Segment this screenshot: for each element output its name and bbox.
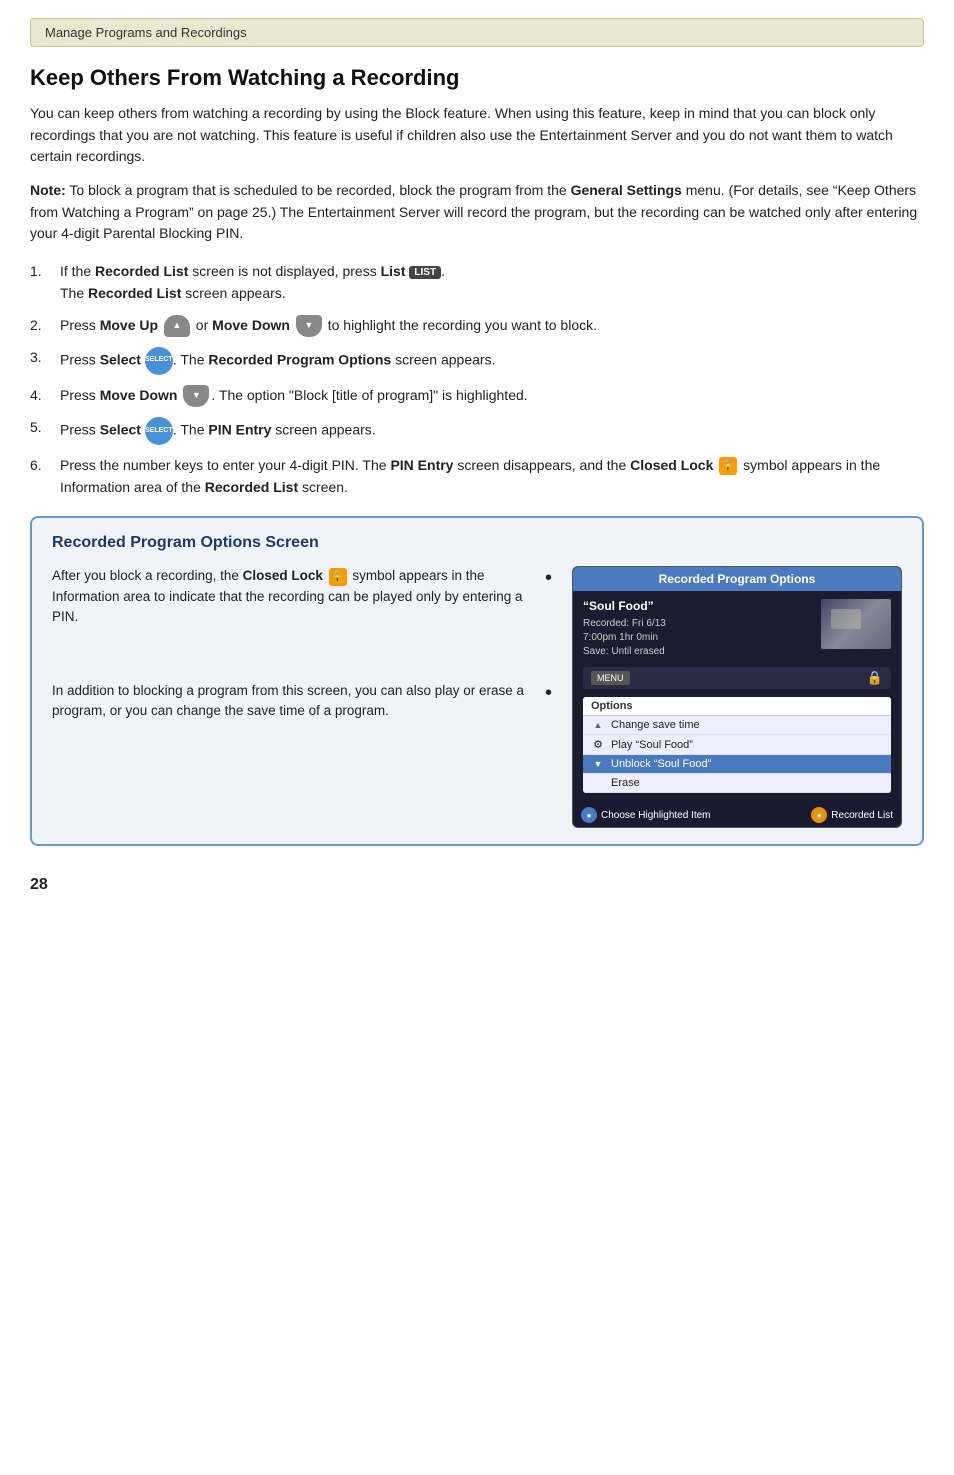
option-icon-down: ▼ <box>591 759 605 769</box>
step-3-bold1: Select <box>100 352 141 368</box>
step-3-num: 3. <box>30 347 60 375</box>
step-4-content: Press Move Down ▼. The option "Block [ti… <box>60 385 924 407</box>
option-erase: Erase <box>583 774 891 793</box>
menu-button: MENU <box>591 671 630 685</box>
options-box-title: Recorded Program Options Screen <box>52 534 902 552</box>
step-1-bold3: Recorded List <box>88 285 181 301</box>
list-button-icon: LIST <box>409 266 441 279</box>
step-3-bold2: Recorded Program Options <box>208 352 391 368</box>
bottom-bar-right: ● Recorded List <box>811 807 893 823</box>
option-label-0: Change save time <box>611 719 700 731</box>
option-icon-none <box>591 778 605 789</box>
step-1-bold2: List <box>381 263 406 279</box>
select-button-icon-3: SELECT <box>145 347 173 375</box>
step-2: 2. Press Move Up ▲ or Move Down ▼ to hig… <box>30 315 924 337</box>
note-paragraph: Note: To block a program that is schedul… <box>30 180 924 245</box>
step-5-num: 5. <box>30 417 60 445</box>
step-2-bold2: Move Down <box>212 317 290 333</box>
recorded-list-label: Recorded List <box>831 810 893 821</box>
bullet-row-1: After you block a recording, the Closed … <box>52 566 552 627</box>
screen-bottom-bar: ● Choose Highlighted Item ● Recorded Lis… <box>573 803 901 827</box>
choose-highlighted-label: Choose Highlighted Item <box>601 810 711 821</box>
options-dropdown-header: Options <box>583 697 891 716</box>
program-details: Recorded: Fri 6/13 7:00pm 1hr 0min Save:… <box>583 617 813 659</box>
step-6-content: Press the number keys to enter your 4-di… <box>60 455 924 498</box>
screen-body: “Soul Food” Recorded: Fri 6/13 7:00pm 1h… <box>573 591 901 801</box>
step-5-content: Press Select SELECT. The PIN Entry scree… <box>60 417 924 445</box>
left-para-1-text: After you block a recording, the Closed … <box>52 566 539 627</box>
step-1-content: If the Recorded List screen is not displ… <box>60 261 924 304</box>
thumbnail-image <box>821 599 891 649</box>
left-para-2-text: In addition to blocking a program from t… <box>52 681 539 722</box>
lock-bar-icon: 🔒 <box>867 670 883 686</box>
option-unblock-soul-food: ▼ Unblock “Soul Food” <box>583 755 891 774</box>
program-info-row: “Soul Food” Recorded: Fri 6/13 7:00pm 1h… <box>583 599 891 659</box>
step-6-bold1: PIN Entry <box>390 457 453 473</box>
step-6: 6. Press the number keys to enter your 4… <box>30 455 924 498</box>
options-box-inner: After you block a recording, the Closed … <box>52 566 902 828</box>
closed-lock-icon-6: 🔒 <box>719 457 737 475</box>
option-label-3: Erase <box>611 777 640 789</box>
step-2-content: Press Move Up ▲ or Move Down ▼ to highli… <box>60 315 924 337</box>
bullet-dot-2: • <box>545 683 552 703</box>
step-5: 5. Press Select SELECT. The PIN Entry sc… <box>30 417 924 445</box>
program-title: “Soul Food” <box>583 599 813 613</box>
recorded-list-icon: ● <box>811 807 827 823</box>
closed-lock-bold: Closed Lock <box>243 568 323 583</box>
step-5-bold2: PIN Entry <box>208 422 271 438</box>
options-box: Recorded Program Options Screen After yo… <box>30 516 924 846</box>
choose-highlighted-icon: ● <box>581 807 597 823</box>
program-info-text: “Soul Food” Recorded: Fri 6/13 7:00pm 1h… <box>583 599 813 659</box>
closed-lock-icon-left: 🔒 <box>329 568 347 586</box>
screen-mockup-container: Recorded Program Options “Soul Food” Rec… <box>572 566 902 828</box>
screen-mockup: Recorded Program Options “Soul Food” Rec… <box>572 566 902 828</box>
step-6-bold2: Closed Lock <box>630 457 713 473</box>
step-1-bold1: Recorded List <box>95 263 188 279</box>
breadcrumb: Manage Programs and Recordings <box>30 18 924 47</box>
option-label-2: Unblock “Soul Food” <box>611 758 711 770</box>
screen-header: Recorded Program Options <box>573 567 901 591</box>
option-icon-gear: ⚙ <box>591 738 605 751</box>
note-text1: To block a program that is scheduled to … <box>66 182 571 198</box>
bottom-bar-left: ● Choose Highlighted Item <box>581 807 711 823</box>
save-line: Save: Until erased <box>583 645 813 659</box>
step-6-num: 6. <box>30 455 60 498</box>
step-4-num: 4. <box>30 385 60 407</box>
step-4: 4. Press Move Down ▼. The option "Block … <box>30 385 924 407</box>
options-dropdown: Options ▲ Change save time ⚙ Play “Soul … <box>583 697 891 793</box>
step-1-num: 1. <box>30 261 60 304</box>
option-icon-up: ▲ <box>591 720 605 730</box>
intro-paragraph: You can keep others from watching a reco… <box>30 103 924 168</box>
program-thumbnail <box>821 599 891 649</box>
bullet-row-2: In addition to blocking a program from t… <box>52 681 552 722</box>
option-change-save-time: ▲ Change save time <box>583 716 891 735</box>
step-6-bold3: Recorded List <box>205 479 298 495</box>
move-down-icon-4: ▼ <box>183 385 209 407</box>
time-line: 7:00pm 1hr 0min <box>583 631 813 645</box>
step-4-bold1: Move Down <box>100 387 178 403</box>
page-number: 28 <box>30 876 924 894</box>
recorded-line: Recorded: Fri 6/13 <box>583 617 813 631</box>
option-label-1: Play “Soul Food” <box>611 739 693 751</box>
bullet-dot-1: • <box>545 568 552 588</box>
step-2-num: 2. <box>30 315 60 337</box>
option-play-soul-food: ⚙ Play “Soul Food” <box>583 735 891 755</box>
note-label: Note: <box>30 182 66 198</box>
move-down-icon: ▼ <box>296 315 322 337</box>
note-bold1: General Settings <box>571 182 682 198</box>
left-para-1: After you block a recording, the Closed … <box>52 566 552 627</box>
select-button-icon-5: SELECT <box>145 417 173 445</box>
left-para-2: In addition to blocking a program from t… <box>52 681 552 722</box>
step-2-bold1: Move Up <box>100 317 158 333</box>
options-box-left: After you block a recording, the Closed … <box>52 566 552 735</box>
move-up-icon: ▲ <box>164 315 190 337</box>
step-5-bold1: Select <box>100 422 141 438</box>
step-3: 3. Press Select SELECT. The Recorded Pro… <box>30 347 924 375</box>
steps-list: 1. If the Recorded List screen is not di… <box>30 261 924 498</box>
screen-info-bar: MENU 🔒 <box>583 667 891 689</box>
step-1: 1. If the Recorded List screen is not di… <box>30 261 924 304</box>
step-3-content: Press Select SELECT. The Recorded Progra… <box>60 347 924 375</box>
page-title: Keep Others From Watching a Recording <box>30 65 924 91</box>
